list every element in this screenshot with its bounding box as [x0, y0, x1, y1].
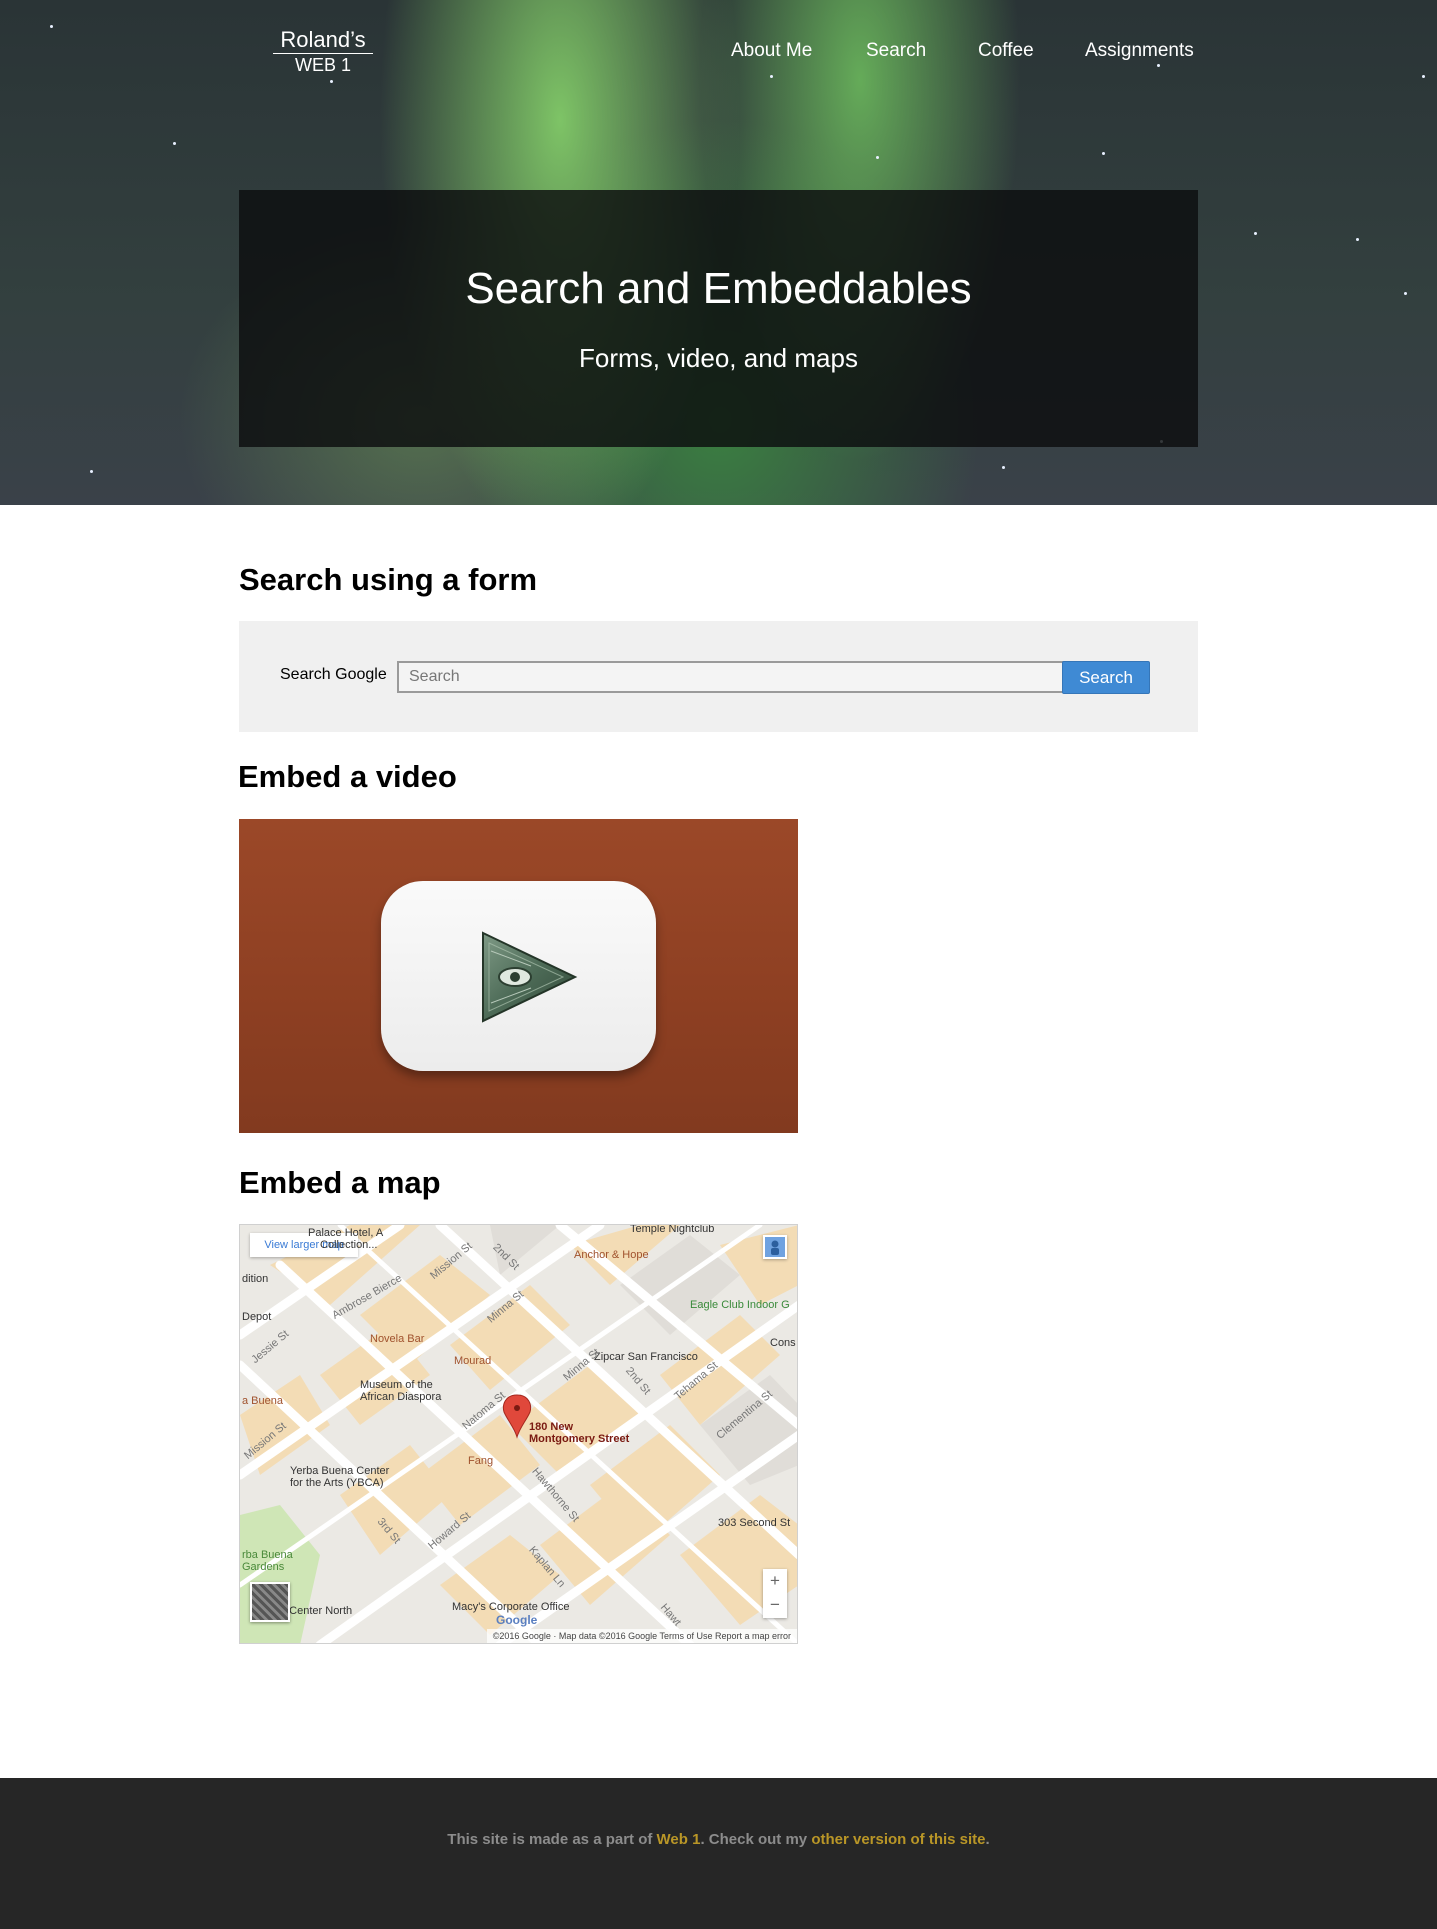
- map-place: Novela Bar: [370, 1333, 425, 1345]
- video-section-heading: Embed a video: [238, 759, 457, 794]
- video-play-button[interactable]: [381, 881, 656, 1071]
- map-place: Temple Nightclub: [630, 1224, 715, 1235]
- zoom-control: + −: [763, 1569, 787, 1618]
- satellite-thumbnail[interactable]: [250, 1582, 290, 1622]
- footer-prefix: This site is made as a part of: [447, 1831, 657, 1848]
- map-place: Fang: [468, 1455, 494, 1467]
- zoom-out-button[interactable]: −: [763, 1593, 787, 1617]
- map-place: Palace Hotel, A: [308, 1227, 384, 1239]
- main-nav: About Me Search Coffee Assignments: [0, 40, 1437, 64]
- site-footer: This site is made as a part of Web 1. Ch…: [0, 1778, 1437, 1929]
- map-place: Museum of the: [360, 1379, 433, 1391]
- map-place: 303 Second St: [718, 1517, 791, 1529]
- star: [1422, 75, 1425, 78]
- star: [330, 80, 333, 83]
- star: [1002, 466, 1005, 469]
- map-place: for the Arts (YBCA): [290, 1477, 384, 1489]
- google-logo: Google: [496, 1613, 538, 1627]
- page-subtitle: Forms, video, and maps: [579, 343, 858, 373]
- embedded-map[interactable]: View larger map Palace Hotel, A Collecti…: [239, 1224, 798, 1644]
- map-place: Depot: [242, 1311, 272, 1323]
- footer-suffix: .: [985, 1831, 990, 1848]
- star: [876, 156, 879, 159]
- map-place: a Buena: [242, 1395, 283, 1407]
- map-tiles: [240, 1225, 797, 1643]
- map-place: Macy's Corporate Office: [452, 1601, 570, 1613]
- map-attribution[interactable]: ©2016 Google · Map data ©2016 Google Ter…: [486, 1629, 797, 1643]
- pegman-icon[interactable]: [763, 1235, 787, 1259]
- nav-assignments[interactable]: Assignments: [1085, 40, 1194, 62]
- footer-link-other-version[interactable]: other version of this site: [811, 1831, 985, 1848]
- map-section-heading: Embed a map: [239, 1165, 441, 1200]
- embedded-video[interactable]: [239, 819, 798, 1133]
- star: [770, 75, 773, 78]
- star: [1102, 152, 1105, 155]
- map-place: Yerba Buena Center: [290, 1465, 390, 1477]
- map-place: dition: [242, 1273, 269, 1285]
- pin-label: 180 New: [529, 1421, 574, 1433]
- hero-box: Search and Embeddables Forms, video, and…: [239, 190, 1198, 447]
- search-form: Search Google Search: [239, 621, 1198, 732]
- star: [1157, 64, 1160, 67]
- nav-coffee[interactable]: Coffee: [978, 40, 1034, 62]
- map-place: Collection...: [320, 1239, 378, 1251]
- search-section-heading: Search using a form: [239, 562, 538, 597]
- map-place: Eagle Club Indoor G: [690, 1299, 790, 1311]
- star: [1356, 238, 1359, 241]
- star: [1404, 292, 1407, 295]
- star: [50, 25, 53, 28]
- map-place: e Center North: [280, 1605, 353, 1617]
- nav-about-me[interactable]: About Me: [731, 40, 812, 62]
- pin-label: Montgomery Street: [529, 1433, 630, 1445]
- star: [1254, 232, 1257, 235]
- map-place: Mourad: [454, 1355, 492, 1367]
- map-place: Cons: [770, 1337, 796, 1349]
- footer-link-web1[interactable]: Web 1: [657, 1831, 701, 1848]
- search-label: Search Google: [280, 666, 387, 683]
- footer-text: This site is made as a part of Web 1. Ch…: [0, 1831, 1437, 1848]
- map-place: Gardens: [242, 1561, 285, 1573]
- nav-search[interactable]: Search: [866, 40, 926, 62]
- footer-middle: . Check out my: [700, 1831, 812, 1848]
- zoom-in-button[interactable]: +: [763, 1569, 787, 1593]
- star: [90, 470, 93, 473]
- page-title: Search and Embeddables: [465, 264, 972, 313]
- hero-banner: Roland’s WEB 1 About Me Search Coffee As…: [0, 0, 1437, 505]
- map-place: Anchor & Hope: [574, 1249, 649, 1261]
- search-input[interactable]: [397, 661, 1068, 693]
- star: [173, 142, 176, 145]
- play-triangle-icon: [482, 931, 578, 1023]
- map-place: Zipcar San Francisco: [594, 1351, 698, 1363]
- search-button[interactable]: Search: [1062, 661, 1150, 694]
- map-place: rba Buena: [242, 1549, 293, 1561]
- map-place: African Diaspora: [360, 1391, 442, 1403]
